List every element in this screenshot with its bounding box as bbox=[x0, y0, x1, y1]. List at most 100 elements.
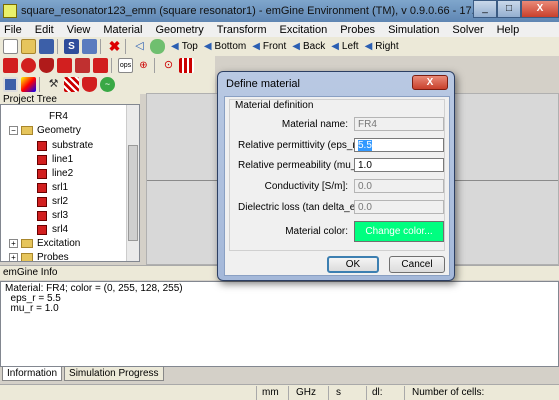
material-name-field: FR4 bbox=[354, 117, 444, 131]
toolbar-separator bbox=[111, 58, 112, 73]
tree-scrollbar[interactable] bbox=[126, 105, 139, 261]
collapse-icon[interactable]: − bbox=[9, 126, 18, 135]
probe-icon[interactable]: ⊙ bbox=[161, 58, 176, 73]
solver-icon[interactable] bbox=[82, 77, 97, 92]
info-log: Material: FR4; color = (0, 255, 128, 255… bbox=[0, 281, 559, 367]
cube-icon bbox=[37, 154, 47, 165]
cube-icon bbox=[37, 224, 47, 235]
conductivity-label: Conductivity [S/m]: bbox=[264, 180, 348, 192]
menu-edit[interactable]: Edit bbox=[35, 24, 54, 36]
solver-toolbar: ⚒ ~ bbox=[0, 75, 215, 94]
folder-icon bbox=[21, 239, 33, 248]
sphere-icon[interactable] bbox=[21, 58, 36, 73]
toolbar-separator bbox=[57, 39, 58, 54]
status-separator bbox=[288, 386, 289, 400]
tree-item-substrate[interactable]: substrate bbox=[37, 140, 93, 151]
tree-item-line1[interactable]: line1 bbox=[37, 154, 73, 165]
view-top-button[interactable]: ◀ Top bbox=[171, 41, 198, 52]
mesh-icon[interactable] bbox=[3, 77, 18, 92]
ok-button[interactable]: OK bbox=[327, 256, 379, 273]
menu-simulation[interactable]: Simulation bbox=[388, 24, 439, 36]
properties-icon[interactable] bbox=[82, 39, 97, 54]
change-color-button[interactable]: Change color... bbox=[354, 221, 444, 242]
zoom-extents-icon[interactable]: ◁ bbox=[132, 39, 147, 54]
box-icon[interactable] bbox=[3, 58, 18, 73]
open-folder-icon[interactable] bbox=[21, 39, 36, 54]
maximize-button[interactable]: □ bbox=[497, 0, 521, 18]
toolbar-separator bbox=[39, 77, 40, 92]
view-bottom-button[interactable]: ◀ Bottom bbox=[204, 41, 246, 52]
tab-simulation-progress[interactable]: Simulation Progress bbox=[64, 367, 164, 381]
tree-item-srl2[interactable]: srl2 bbox=[37, 196, 68, 207]
menu-excitation[interactable]: Excitation bbox=[280, 24, 328, 36]
color-map-icon[interactable] bbox=[21, 77, 36, 92]
status-freq-unit: GHz bbox=[296, 387, 316, 398]
menu-material[interactable]: Material bbox=[103, 24, 142, 36]
save-icon[interactable] bbox=[39, 39, 54, 54]
new-icon[interactable] bbox=[3, 39, 18, 54]
folder-icon bbox=[21, 126, 33, 135]
status-separator bbox=[256, 386, 257, 400]
polygon-icon[interactable] bbox=[75, 58, 90, 73]
menu-solver[interactable]: Solver bbox=[452, 24, 483, 36]
permeability-row: Relative permeability (mu_r): 1.0 bbox=[238, 158, 444, 172]
log-line: Material: FR4; color = (0, 255, 128, 255… bbox=[5, 283, 183, 294]
ops-icon[interactable]: ops bbox=[118, 58, 133, 73]
app-icon bbox=[3, 4, 17, 18]
scrollbar-thumb[interactable] bbox=[128, 145, 138, 241]
permittivity-input[interactable]: 5.5 bbox=[354, 138, 444, 152]
cone-icon[interactable] bbox=[57, 58, 72, 73]
rotate-icon[interactable] bbox=[150, 39, 165, 54]
tree-item-fr4[interactable]: FR4 bbox=[49, 111, 68, 122]
menu-file[interactable]: File bbox=[4, 24, 22, 36]
arrow-left-icon: ◀ bbox=[292, 41, 300, 52]
cancel-button[interactable]: Cancel bbox=[389, 256, 445, 273]
status-cells: Number of cells: bbox=[412, 387, 485, 398]
log-line: mu_r = 1.0 bbox=[5, 303, 59, 314]
cylinder-icon[interactable] bbox=[39, 58, 54, 73]
menu-transform[interactable]: Transform bbox=[217, 24, 267, 36]
extrude-icon[interactable] bbox=[93, 58, 108, 73]
window-controls: _ □ X bbox=[473, 0, 559, 18]
arrow-left-icon: ◀ bbox=[171, 41, 179, 52]
menu-geometry[interactable]: Geometry bbox=[155, 24, 203, 36]
status-separator bbox=[328, 386, 329, 400]
move-icon[interactable]: ⊕ bbox=[136, 58, 151, 73]
menu-view[interactable]: View bbox=[67, 24, 91, 36]
grid-icon[interactable] bbox=[64, 77, 79, 92]
permittivity-row: Relative permittivity (eps_r): 5.5 bbox=[238, 138, 444, 152]
close-button[interactable]: X bbox=[521, 0, 559, 18]
tree-item-srl1[interactable]: srl1 bbox=[37, 182, 68, 193]
tree-item-srl4[interactable]: srl4 bbox=[37, 224, 68, 235]
minimize-button[interactable]: _ bbox=[473, 0, 497, 18]
permeability-label: Relative permeability (mu_r): bbox=[238, 159, 366, 171]
tree-item-line2[interactable]: line2 bbox=[37, 168, 73, 179]
folder-icon bbox=[21, 253, 33, 261]
status-separator bbox=[404, 386, 405, 400]
menu-help[interactable]: Help bbox=[497, 24, 520, 36]
permeability-input[interactable]: 1.0 bbox=[354, 158, 444, 172]
tree-item-srl3[interactable]: srl3 bbox=[37, 210, 68, 221]
project-tree: FR4 − Geometry substrate line1 line2 srl1… bbox=[0, 104, 140, 262]
view-right-button[interactable]: ◀ Right bbox=[365, 41, 399, 52]
view-left-button[interactable]: ◀ Left bbox=[331, 41, 358, 52]
main-toolbar: S ✖ ◁ ◀ Top ◀ Bottom ◀ Front ◀ Back ◀ Left ◀ R… bbox=[0, 37, 559, 56]
tree-item-excitation[interactable]: + Excitation bbox=[9, 238, 80, 249]
run-icon[interactable]: ~ bbox=[100, 77, 115, 92]
dialog-close-button[interactable]: X bbox=[412, 75, 448, 90]
material-color-row: Material color: Change color... bbox=[238, 221, 444, 242]
port-icon[interactable] bbox=[179, 58, 194, 73]
tree-item-probes[interactable]: + Probes bbox=[9, 252, 69, 261]
view-back-button[interactable]: ◀ Back bbox=[292, 41, 325, 52]
status-dl: dl: bbox=[372, 387, 383, 398]
wrench-icon[interactable]: ⚒ bbox=[46, 77, 61, 92]
material-name-row: Material name: FR4 bbox=[238, 117, 444, 131]
tab-information[interactable]: Information bbox=[2, 367, 63, 381]
view-front-button[interactable]: ◀ Front bbox=[252, 41, 286, 52]
menu-probes[interactable]: Probes bbox=[340, 24, 375, 36]
expand-icon[interactable]: + bbox=[9, 239, 18, 248]
delete-icon[interactable]: ✖ bbox=[107, 39, 122, 54]
tree-item-geometry[interactable]: − Geometry bbox=[9, 125, 81, 136]
expand-icon[interactable]: + bbox=[9, 253, 18, 261]
settings-icon[interactable]: S bbox=[64, 39, 79, 54]
